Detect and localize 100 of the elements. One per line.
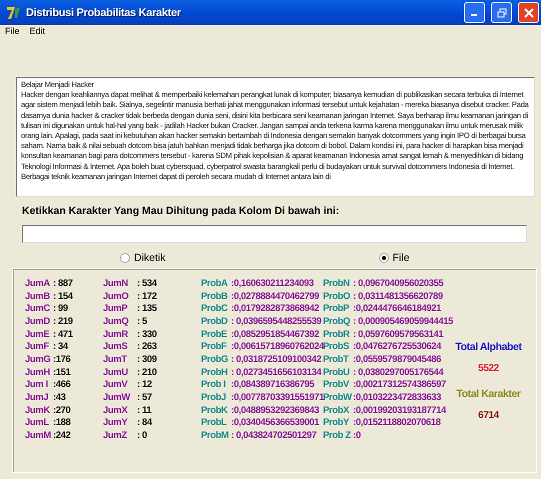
probability-value: : 0,0967040956020355 <box>353 278 444 289</box>
text-area[interactable] <box>16 77 535 197</box>
probability-label: ProbQ <box>323 316 351 327</box>
count-value: :188 <box>53 417 70 428</box>
probability-value: :0,160630211234093 <box>231 278 314 289</box>
probability-label: Prob Z <box>323 430 351 442</box>
count-label: JumV <box>103 379 128 390</box>
probability-label: ProbC <box>201 303 229 314</box>
total-value: 6714 <box>478 410 499 421</box>
count-value: :151 <box>53 366 70 378</box>
count-value: : 84 <box>137 417 152 428</box>
count-label: JumK <box>25 404 51 416</box>
count-label: JumC <box>25 303 51 314</box>
probability-label: ProbW <box>323 392 351 404</box>
count-label: JumQ <box>103 316 130 327</box>
count-label: JumG <box>25 354 51 365</box>
probability-value: :0,00778703391551971 <box>231 392 324 404</box>
total-label: Total Alphabet <box>455 341 522 353</box>
count-label: JumO <box>103 290 130 302</box>
count-label: JumD <box>25 316 51 327</box>
count-label: JumJ <box>25 392 50 404</box>
probability-label: ProbE <box>201 328 228 340</box>
probability-value: :0 <box>353 430 361 442</box>
count-label: JumP <box>103 303 128 314</box>
count-value: : 309 <box>137 354 157 365</box>
probability-value: : 0,0396595448255539 <box>231 316 322 327</box>
probability-value: : 0,0380297005176544 <box>353 366 444 378</box>
count-label: Jum I <box>25 379 49 390</box>
probability-label: ProbD <box>201 316 229 327</box>
count-label: JumE <box>25 328 50 340</box>
close-button[interactable] <box>518 2 539 23</box>
probability-label: ProbX <box>323 404 350 416</box>
prompt-label: Ketikkan Karakter Yang Mau Dihitung pada Kolom Di bawah ini: <box>22 205 340 217</box>
radio-option[interactable]: File <box>378 252 410 264</box>
radio-option[interactable]: Diketik <box>120 252 166 264</box>
count-value: : 471 <box>53 328 73 340</box>
count-value: : 210 <box>137 366 157 378</box>
probability-label: ProbG <box>201 354 229 365</box>
restore-icon <box>496 8 506 18</box>
count-value: : 12 <box>137 379 152 390</box>
count-label: JumZ <box>103 430 128 442</box>
probability-value: : 0,043824702501297 <box>231 430 316 442</box>
probability-label: ProbM <box>201 430 229 442</box>
window-title: Distribusi Probabilitas Karakter <box>26 6 182 18</box>
probability-value: : 0,0311481356620789 <box>353 290 443 302</box>
count-label: JumU <box>103 366 129 378</box>
count-label: JumX <box>103 404 128 416</box>
count-value: : 34 <box>53 341 68 352</box>
menu-item[interactable]: Edit <box>28 26 46 40</box>
count-label: JumY <box>103 417 128 428</box>
probability-value: :0,0278884470462799 <box>231 290 320 302</box>
count-label: JumF <box>25 341 50 352</box>
minimize-button[interactable] <box>464 2 485 23</box>
probability-label: ProbS <box>323 341 350 352</box>
probability-value: :0,0476276725530624 <box>353 341 442 352</box>
probability-value: :0,0559579879045486 <box>353 354 442 365</box>
probability-value: :0,0852951854467392 <box>231 328 320 340</box>
total-value: 5522 <box>478 363 499 374</box>
restore-button[interactable] <box>491 2 512 23</box>
count-label: JumL <box>25 417 50 428</box>
count-value: : 887 <box>53 278 73 289</box>
probability-label: ProbO <box>323 290 351 302</box>
menu-item[interactable]: File <box>4 26 21 40</box>
probability-label: ProbR <box>323 328 351 340</box>
count-value: : 5 <box>137 316 147 327</box>
close-icon <box>524 8 534 18</box>
app-icon <box>6 4 22 20</box>
probability-label: ProbN <box>323 278 351 289</box>
count-value: : 219 <box>53 316 73 327</box>
probability-label: Prob I <box>201 379 227 390</box>
probability-value: :0,00217312574386597 <box>353 379 446 390</box>
count-value: : 135 <box>137 303 157 314</box>
count-value: :176 <box>53 354 70 365</box>
count-value: : 0 <box>137 430 147 442</box>
probability-value: :0,0152118802070618 <box>353 417 440 428</box>
probability-value: :0,0179282873868942 <box>231 303 320 314</box>
probability-value: : 0,0318725109100342 <box>231 354 322 365</box>
probability-label: ProbP <box>323 303 350 314</box>
probability-label: ProbH <box>201 366 229 378</box>
probability-label: ProbJ <box>201 392 227 404</box>
count-value: : 534 <box>137 278 157 289</box>
probability-label: ProbU <box>323 366 351 378</box>
probability-label: ProbL <box>201 417 228 428</box>
count-value: :43 <box>53 392 66 404</box>
probability-value: :0,00615718960762024 <box>231 341 324 352</box>
count-value: : 330 <box>137 328 157 340</box>
count-label: JumN <box>103 278 129 289</box>
count-label: JumA <box>25 278 51 289</box>
count-label: JumM <box>25 430 51 442</box>
count-value: : 172 <box>137 290 157 302</box>
count-label: JumR <box>103 328 129 340</box>
count-value: : 57 <box>137 392 152 404</box>
probability-label: ProbV <box>323 379 350 390</box>
count-value: : 99 <box>53 303 68 314</box>
probability-label: ProbF <box>201 341 228 352</box>
count-value: : 263 <box>137 341 157 352</box>
count-value: : 11 <box>137 404 152 416</box>
probability-label: ProbK <box>201 404 229 416</box>
input-field[interactable] <box>22 225 527 243</box>
probability-value: : 0,000905469059944415 <box>353 316 454 327</box>
